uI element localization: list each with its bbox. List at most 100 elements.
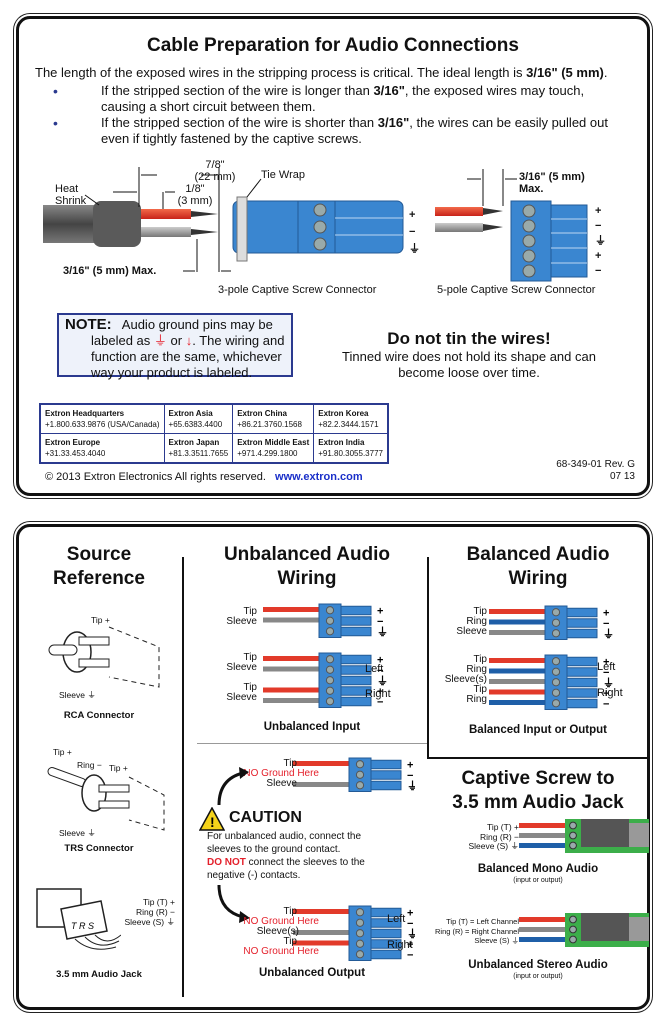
screw-icon — [551, 667, 561, 676]
contact-name: Extron Asia — [168, 409, 213, 418]
trs-tip-label: Tip + — [53, 747, 72, 757]
jack-ring-label: Ring (R) − — [136, 907, 175, 917]
pin — [566, 698, 598, 709]
wire — [489, 630, 545, 635]
screw-icon — [313, 203, 327, 217]
wire — [519, 927, 565, 932]
wire — [489, 700, 545, 705]
contact-cell: Extron China +86.21.3760.1568 — [232, 403, 315, 434]
title-line: Wiring — [508, 568, 568, 589]
gray-wire — [141, 227, 191, 237]
caution-line: connect the sleeves to the — [245, 857, 365, 868]
intro-bold: 3/16" (5 mm) — [526, 65, 604, 80]
cable-preparation-card: Cable Preparation for Audio Connections … — [16, 16, 650, 496]
dim-22mm: 7/8" (22 mm) — [185, 159, 245, 183]
balanced-5pole: + − ⏚ + − — [469, 654, 649, 714]
ring-label: Ring (R) = Right Channel — [435, 926, 519, 936]
bare-wire-tip — [191, 229, 218, 235]
pin — [370, 759, 402, 770]
trs-ring-label: Ring − — [77, 760, 102, 770]
sleeve-label: Sleeve — [226, 692, 257, 703]
minus-icon: − — [595, 265, 602, 277]
pin-symbol: ⏚ — [377, 625, 388, 638]
contact-cell: Extron India +91.80.3055.3777 — [313, 433, 389, 464]
wire-labels: Tip NO Ground Here Sleeve(s) Tip NO Grou… — [199, 907, 319, 957]
three-pole-caption: 3-pole Captive Screw Connector — [218, 284, 377, 296]
bullet-dot-icon: • — [53, 83, 58, 99]
contact-name: Extron Headquarters — [45, 409, 125, 418]
curved-arrow-icon — [217, 767, 249, 806]
dim-label: 7/8" — [205, 159, 225, 171]
warning-triangle-icon: ! — [199, 807, 225, 831]
note-text: Audio ground pins may be — [121, 317, 273, 332]
do-not-text: DO NOT — [207, 857, 246, 868]
svg-text:!: ! — [210, 814, 215, 830]
pin — [566, 628, 598, 639]
title-line: Reference — [53, 568, 145, 589]
title-line: Unbalanced Audio — [223, 544, 391, 565]
contact-cell: Extron Japan +81.3.3511.7655 — [163, 433, 234, 464]
unbalanced-stereo-diagram — [519, 911, 655, 951]
note-text: way your product is labeled. — [91, 365, 253, 380]
note-text: . The wiring and — [192, 333, 285, 348]
red-wire — [141, 209, 191, 219]
contact-cell: Extron Asia +65.6383.4400 — [163, 403, 234, 434]
jack-graphic — [519, 913, 655, 947]
doc-number: 68-349-01 Rev. G — [556, 459, 635, 470]
tin-title: Do not tin the wires! — [387, 329, 551, 348]
contact-phone: +31.33.453.4040 — [45, 449, 106, 458]
sleeve-label: Sleeve (S) ⏚ — [474, 936, 519, 945]
bullet-item: • If the stripped section of the wire is… — [53, 115, 623, 147]
screw-icon — [325, 697, 335, 706]
five-pole-diagram: 3/16" (5 mm) Max. + − ⏚ + − 5-pole Captiv… — [415, 161, 635, 311]
website-link[interactable]: www.extron.com — [275, 471, 363, 483]
ring-label: Ring — [466, 694, 487, 705]
screw-icon — [355, 908, 365, 917]
screw-icon — [325, 655, 335, 664]
plus-icon: + — [595, 250, 602, 262]
wire-labels: Tip Sleeve — [199, 607, 257, 627]
screw-icon — [325, 676, 335, 685]
trs-caption: TRS Connector — [64, 843, 134, 854]
screw-icon — [325, 627, 335, 636]
bare-wire-tip — [191, 211, 218, 217]
balanced-title: Balanced Audio Wiring — [429, 543, 647, 591]
tie-wrap-label: Tie Wrap — [261, 169, 306, 181]
mono-subcaption: (input or output) — [513, 877, 563, 884]
contact-phone: +65.6383.4400 — [168, 420, 223, 429]
pin — [370, 949, 402, 960]
wire-labels: Tip (T) + Ring (R) − Sleeve (S) ⏚ — [439, 822, 519, 852]
screw-icon — [313, 220, 327, 234]
trs-letters: T R S — [71, 921, 94, 931]
right-label: Right — [365, 688, 391, 700]
tin-warning: Do not tin the wires! Tinned wire does n… — [319, 329, 619, 381]
note-text: labeled as — [91, 333, 154, 348]
label-line: 3/16" (5 mm) — [519, 171, 585, 183]
bullet-text: If the stripped section of the wire is l… — [101, 83, 374, 98]
contact-name: Extron China — [237, 409, 287, 418]
wire — [263, 656, 319, 661]
wire — [489, 609, 545, 614]
title-line: Wiring — [277, 568, 337, 589]
title-line: Source — [66, 544, 132, 565]
balanced-3pole: + − ⏚ — [469, 605, 649, 645]
five-pole-caption: 5-pole Captive Screw Connector — [437, 284, 596, 296]
caution-line: For unbalanced audio, connect the — [207, 831, 361, 842]
footer: © 2013 Extron Electronics All rights res… — [45, 471, 363, 483]
wire-labels: Tip Ring Sleeve(s) Tip Ring — [429, 655, 487, 705]
intro-text: The length of the exposed wires in the s… — [35, 65, 635, 81]
bullet-bold: 3/16" — [373, 83, 405, 98]
dim-label: 1/8" — [185, 183, 205, 195]
unbalanced-input-caption: Unbalanced Input — [263, 721, 361, 733]
captive-jack-title: Captive Screw to 3.5 mm Audio Jack — [429, 767, 647, 815]
contact-phone: +81.3.3511.7655 — [168, 449, 229, 458]
screw-icon — [551, 678, 561, 687]
screw-icon — [551, 618, 561, 627]
tin-text: Tinned wire does not hold its shape and … — [342, 349, 596, 364]
wire — [519, 823, 565, 828]
no-ground-label: NO Ground Here — [243, 946, 319, 957]
pin — [370, 928, 402, 939]
contact-name: Extron India — [318, 438, 365, 447]
caution-line: sleeves to the ground contact. — [207, 844, 341, 855]
contact-phone: +971.4.299.1800 — [237, 449, 298, 458]
